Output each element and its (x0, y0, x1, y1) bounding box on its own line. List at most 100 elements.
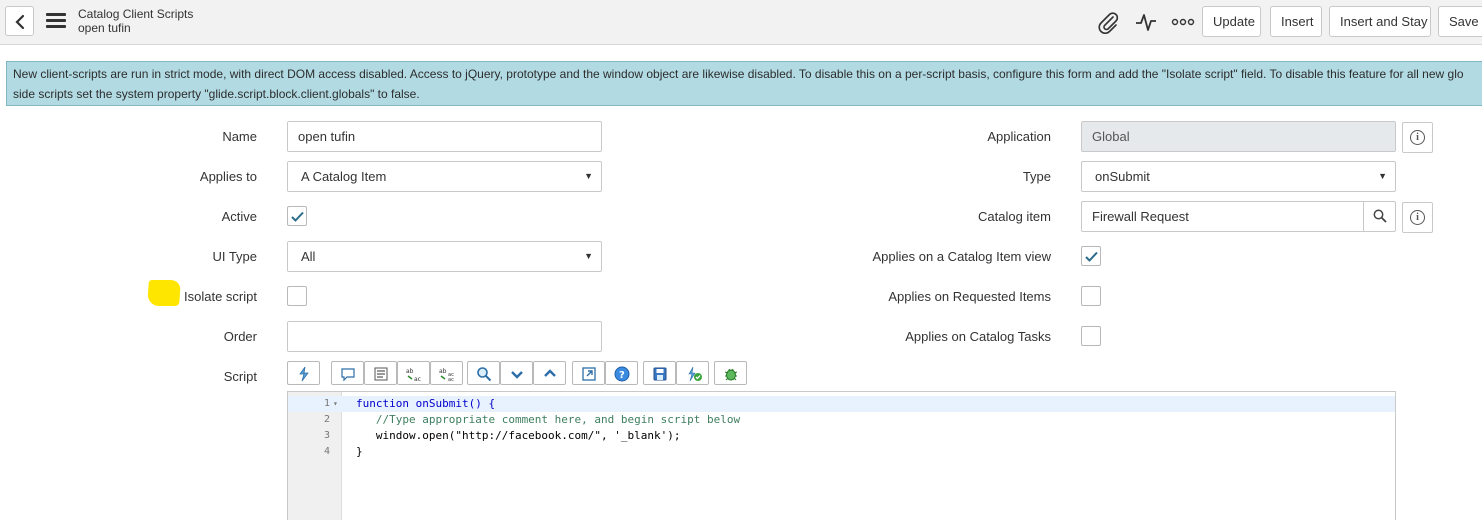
line-number: 3 (323, 430, 330, 441)
attachment-icon[interactable] (1096, 10, 1120, 34)
applies-on-catalog-tasks-checkbox[interactable] (1081, 326, 1101, 346)
application-info-button[interactable]: i (1402, 122, 1433, 153)
fullscreen-button[interactable] (572, 361, 605, 385)
more-options-icon[interactable] (1171, 10, 1195, 34)
code-line[interactable]: 3 window.open("http://facebook.com/", '_… (288, 428, 1395, 444)
line-number: 2 (323, 414, 330, 425)
catalog-item-input[interactable]: Firewall Request (1081, 201, 1396, 232)
block-comment-icon (374, 367, 388, 381)
applies-on-catalog-tasks-label: Applies on Catalog Tasks (905, 329, 1051, 344)
chevron-up-icon (544, 369, 556, 377)
ui-type-value: All (301, 249, 316, 264)
form-header: Catalog Client Scripts open tufin Update… (0, 0, 1482, 45)
comment-button[interactable] (331, 361, 364, 385)
application-field: Global (1081, 121, 1396, 152)
record-name: open tufin (78, 21, 131, 35)
code-text: } (356, 445, 363, 458)
info-icon: i (1410, 130, 1425, 145)
help-button[interactable]: ? (605, 361, 638, 385)
block-comment-button[interactable] (364, 361, 397, 385)
catalog-item-value: Firewall Request (1092, 209, 1189, 224)
code-line[interactable]: 4 } (288, 444, 1395, 460)
replace-all-icon: ab acac (439, 368, 454, 382)
insert-button[interactable]: Insert (1270, 6, 1322, 37)
search-code-button[interactable] (467, 361, 500, 385)
type-label: Type (1022, 169, 1051, 184)
dropdown-arrow-icon: ▼ (1378, 171, 1387, 181)
banner-line-1: New client-scripts are run in strict mod… (13, 67, 1464, 81)
dropdown-arrow-icon: ▼ (584, 171, 593, 181)
code-text: //Type appropriate comment here, and beg… (356, 413, 741, 426)
applies-to-select[interactable]: A Catalog Item ▼ (287, 161, 602, 192)
applies-on-requested-items-label: Applies on Requested Items (888, 289, 1051, 304)
applies-to-label: Applies to (199, 169, 257, 184)
script-editor[interactable]: 1 ▾ function onSubmit() { 2 //Type appro… (287, 391, 1396, 520)
order-label: Order (223, 329, 257, 344)
help-icon: ? (614, 366, 630, 382)
catalog-item-lookup-button[interactable] (1363, 202, 1395, 231)
name-label: Name (222, 129, 257, 144)
previous-match-button[interactable] (533, 361, 566, 385)
fullscreen-icon (582, 367, 596, 381)
save-icon (653, 367, 667, 381)
svg-text:ac: ac (448, 377, 454, 382)
back-button[interactable] (5, 6, 34, 36)
code-text: function onSubmit() { (356, 397, 496, 410)
svg-text:ab: ab (439, 368, 447, 375)
active-label: Active (221, 209, 257, 224)
applies-on-requested-items-checkbox[interactable] (1081, 286, 1101, 306)
replace-icon: abac (406, 368, 421, 382)
active-checkbox[interactable] (287, 206, 307, 226)
format-code-icon (299, 366, 309, 382)
search-icon (477, 367, 492, 382)
ui-type-label: UI Type (212, 249, 257, 264)
svg-text:ab: ab (406, 368, 414, 375)
info-icon: i (1410, 210, 1425, 225)
next-match-button[interactable] (500, 361, 533, 385)
comment-icon (341, 368, 355, 382)
checkmark-icon (1085, 251, 1098, 262)
isolate-script-label: Isolate script (184, 289, 257, 304)
name-input[interactable]: open tufin (287, 121, 602, 152)
script-label: Script (223, 369, 257, 384)
info-banner: New client-scripts are run in strict mod… (6, 61, 1482, 106)
application-label: Application (987, 129, 1051, 144)
debug-button[interactable] (714, 361, 747, 385)
format-code-button[interactable] (287, 361, 320, 385)
fold-arrow-icon[interactable]: ▾ (333, 396, 338, 412)
svg-text:ac: ac (414, 376, 421, 382)
form-title: Catalog Client Scripts (78, 7, 194, 21)
code-line[interactable]: 1 ▾ function onSubmit() { (288, 396, 1395, 412)
debug-icon (724, 368, 738, 381)
syntax-check-icon (688, 366, 702, 382)
replace-button[interactable]: ab ac (397, 361, 430, 385)
line-number: 1 (323, 398, 330, 409)
insert-and-stay-button[interactable]: Insert and Stay (1329, 6, 1431, 37)
checkmark-icon (291, 211, 304, 222)
svg-text:?: ? (619, 370, 625, 381)
menu-icon[interactable] (46, 13, 66, 29)
type-select[interactable]: onSubmit ▼ (1081, 161, 1396, 192)
ui-type-select[interactable]: All ▼ (287, 241, 602, 272)
dropdown-arrow-icon: ▼ (584, 251, 593, 261)
applies-on-catalog-item-view-checkbox[interactable] (1081, 246, 1101, 266)
applies-to-value: A Catalog Item (301, 169, 387, 184)
save-button[interactable]: Save (1438, 6, 1482, 37)
update-button[interactable]: Update (1202, 6, 1261, 37)
isolate-script-checkbox[interactable] (287, 286, 307, 306)
applies-on-catalog-item-view-label: Applies on a Catalog Item view (872, 249, 1051, 264)
catalog-item-label: Catalog item (978, 209, 1051, 224)
search-icon (1373, 209, 1387, 223)
catalog-item-info-button[interactable]: i (1402, 202, 1433, 233)
save-script-button[interactable] (643, 361, 676, 385)
code-text: window.open("http://facebook.com/", '_bl… (356, 429, 681, 442)
syntax-check-button[interactable] (676, 361, 709, 385)
activity-icon[interactable] (1134, 10, 1158, 34)
code-line[interactable]: 2 //Type appropriate comment here, and b… (288, 412, 1395, 428)
back-icon (15, 14, 25, 30)
banner-line-2: side scripts set the system property "gl… (13, 87, 420, 101)
type-value: onSubmit (1095, 169, 1150, 184)
order-input[interactable] (287, 321, 602, 352)
replace-all-button[interactable]: ab ac ac (430, 361, 463, 385)
line-number: 4 (323, 446, 330, 457)
